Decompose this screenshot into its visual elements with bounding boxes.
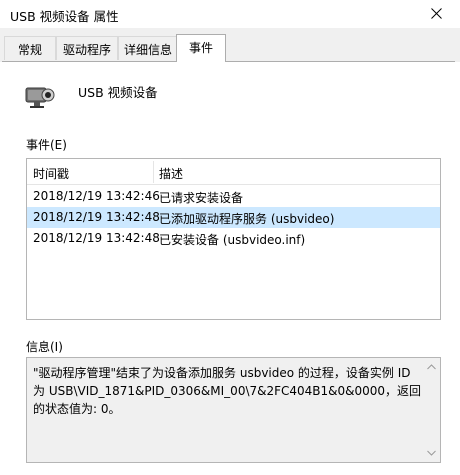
close-button[interactable]	[414, 0, 460, 28]
events-list[interactable]: 时间戳 描述 2018/12/19 13:42:46 已请求安装设备 2018/…	[26, 158, 441, 320]
webcam-icon	[24, 82, 56, 113]
scroll-down-icon[interactable]	[427, 450, 436, 456]
event-row[interactable]: 2018/12/19 13:42:46 已请求安装设备	[27, 186, 440, 207]
info-textbox[interactable]: "驱动程序管理"结束了为设备添加服务 usbvideo 的过程，设备实例 ID …	[26, 357, 441, 463]
event-row-selected[interactable]: 2018/12/19 13:42:48 已添加驱动程序服务 (usbvideo)	[27, 207, 440, 228]
window-title: USB 视频设备 属性	[10, 9, 119, 24]
event-description: 已安装设备 (usbvideo.inf)	[159, 233, 306, 247]
scroll-up-icon[interactable]	[427, 364, 436, 370]
column-header-description[interactable]: 描述	[159, 165, 183, 182]
info-label: 信息(I)	[26, 340, 63, 354]
info-text: "驱动程序管理"结束了为设备添加服务 usbvideo 的过程，设备实例 ID …	[33, 366, 422, 416]
event-description: 已添加驱动程序服务 (usbvideo)	[159, 212, 335, 226]
tab-strip: 常规 驱动程序 详细信息 事件	[0, 28, 460, 62]
event-timestamp: 2018/12/19 13:42:46	[33, 189, 160, 203]
events-label: 事件(E)	[26, 138, 67, 152]
device-name: USB 视频设备	[78, 85, 158, 100]
tab-driver[interactable]: 驱动程序	[56, 36, 118, 60]
tab-general[interactable]: 常规	[4, 36, 56, 60]
close-icon	[431, 8, 442, 19]
tab-details[interactable]: 详细信息	[118, 36, 178, 60]
info-scrollbar[interactable]	[423, 358, 440, 462]
column-divider[interactable]	[153, 161, 154, 183]
tab-events[interactable]: 事件	[176, 34, 226, 62]
events-list-header: 时间戳 描述	[27, 159, 440, 185]
title-bar: USB 视频设备 属性	[0, 0, 460, 28]
event-timestamp: 2018/12/19 13:42:48	[33, 231, 160, 245]
event-row[interactable]: 2018/12/19 13:42:48 已安装设备 (usbvideo.inf)	[27, 228, 440, 249]
column-header-timestamp[interactable]: 时间戳	[33, 165, 69, 182]
event-description: 已请求安装设备	[159, 191, 244, 205]
event-timestamp: 2018/12/19 13:42:48	[33, 210, 160, 224]
